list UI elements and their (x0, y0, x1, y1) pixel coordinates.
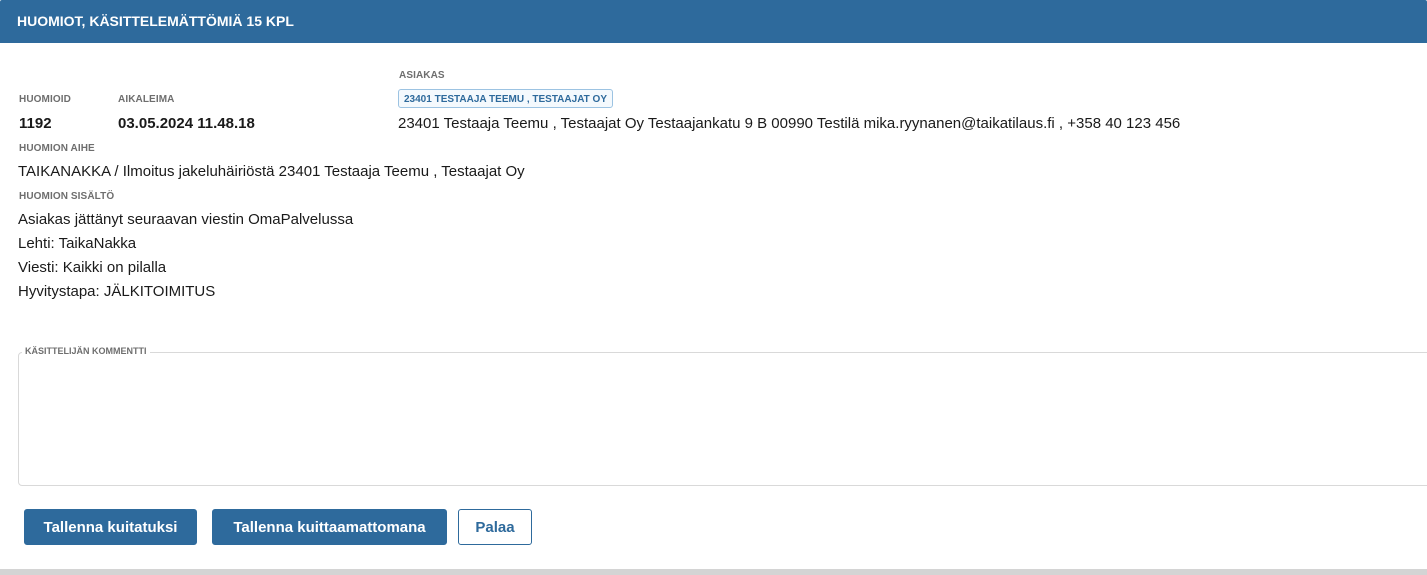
comment-label: KÄSITTELIJÄN KOMMENTTI (22, 346, 150, 356)
customer-label: ASIAKAS (399, 70, 445, 81)
content-line: Lehti: TaikaNakka (18, 235, 137, 252)
save-unacknowledged-button[interactable]: Tallenna kuittaamattomana (212, 509, 447, 545)
timestamp-value: 03.05.2024 11.48.18 (118, 115, 255, 132)
handler-comment-textarea[interactable] (22, 362, 1426, 484)
subject-value: TAIKANAKKA / Ilmoitus jakeluhäiriöstä 23… (18, 163, 525, 180)
content-line: Hyvitystapa: JÄLKITOIMITUS (18, 283, 216, 300)
content-label: HUOMION SISÄLTÖ (19, 191, 115, 202)
panel-header-title: HUOMIOT, KÄSITTELEMÄTTÖMIÄ 15 KPL (0, 0, 1427, 43)
content-line: Viesti: Kaikki on pilalla (18, 259, 167, 276)
content-line: Asiakas jättänyt seuraavan viestin OmaPa… (18, 211, 354, 228)
subject-label: HUOMION AIHE (19, 143, 95, 154)
timestamp-label: AIKALEIMA (118, 94, 175, 105)
notice-panel: HUOMIOT, KÄSITTELEMÄTTÖMIÄ 15 KPL HUOMIO… (0, 0, 1427, 569)
notice-id-value: 1192 (19, 115, 52, 132)
panel-bottom-edge (0, 569, 1427, 575)
customer-badge-link[interactable]: 23401 TESTAAJA TEEMU , TESTAAJAT OY (398, 89, 614, 108)
back-button[interactable]: Palaa (458, 509, 532, 545)
customer-details: 23401 Testaaja Teemu , Testaajat Oy Test… (398, 115, 1181, 132)
notice-id-label: HUOMIOID (19, 94, 71, 105)
save-acknowledged-button[interactable]: Tallenna kuitatuksi (24, 509, 197, 545)
